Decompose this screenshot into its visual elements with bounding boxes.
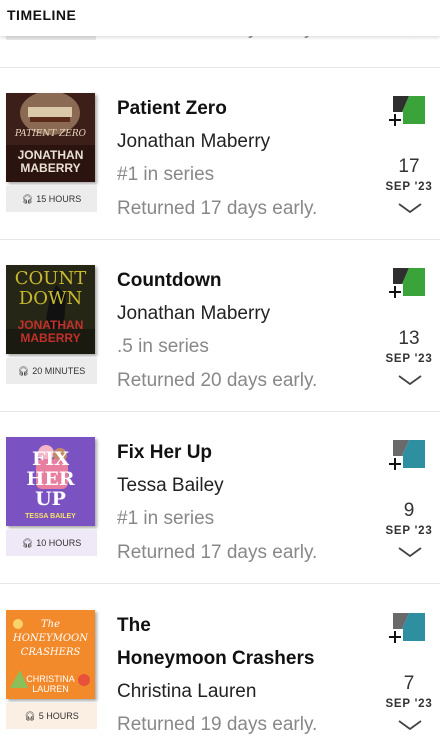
book-author[interactable]: Christina Lauren xyxy=(117,675,367,708)
cover-author-text: JONATHAN MABERRY xyxy=(17,318,84,345)
series-info[interactable]: .5 in series xyxy=(117,330,367,364)
book-cover[interactable]: FIX HER UP TESSA BAILEY xyxy=(6,437,95,526)
book-author[interactable]: Tessa Bailey xyxy=(117,469,367,502)
duration-badge: 🎧︎ 15 HOURS xyxy=(6,186,97,212)
duration-text: 10 HOURS xyxy=(36,538,82,548)
cover-title-text: PATIENT ZERO xyxy=(14,129,87,139)
book-author[interactable]: Jonathan Maberry xyxy=(117,297,367,330)
timeline-entry[interactable]: COUNT DOWN JONATHAN MABERRY 🎧︎ 20 MINUTE… xyxy=(0,240,440,412)
headphones-icon: 🎧︎ xyxy=(17,365,30,376)
return-status: Returned 20 days early. xyxy=(117,370,318,391)
timeline-entry[interactable]: FIX HER UP TESSA BAILEY 🎧︎ 10 HOURS Fix … xyxy=(0,412,440,584)
return-status: Returned 19 days early. xyxy=(117,714,318,735)
timeline-entry[interactable]: The HONEYMOON CRASHERS CHRISTINA LAUREN … xyxy=(0,585,440,738)
book-title[interactable]: Fix Her Up xyxy=(117,436,367,469)
chevron-down-icon[interactable] xyxy=(397,201,423,215)
date-month: SEP '23 xyxy=(385,181,433,193)
book-title[interactable]: Patient Zero xyxy=(117,92,367,125)
book-title[interactable]: Countdown xyxy=(117,264,367,297)
book-details: Patient Zero Jonathan Maberry #1 in seri… xyxy=(117,92,367,226)
add-to-list-button[interactable] xyxy=(387,92,429,128)
date-month: SEP '23 xyxy=(385,353,433,365)
duration-text: 5 HOURS xyxy=(38,711,79,721)
add-to-list-button[interactable] xyxy=(387,436,429,472)
book-details: The Honeymoon Crashers Christina Lauren … xyxy=(117,609,367,738)
chevron-down-icon[interactable] xyxy=(397,373,423,387)
duration-badge: 🎧︎ 20 MINUTES xyxy=(6,358,97,384)
date-month: SEP '23 xyxy=(385,698,433,710)
duration-badge: 🎧︎ 5 HOURS xyxy=(6,703,97,729)
page-title: TIMELINE xyxy=(7,7,77,23)
series-info[interactable]: #1 in series xyxy=(117,158,367,192)
chevron-down-icon[interactable] xyxy=(397,545,423,559)
return-status: Returned 17 days early. xyxy=(117,542,318,563)
cover-title-text: COUNT DOWN xyxy=(14,268,87,309)
return-status: Returned 17 days early. xyxy=(117,198,318,219)
add-to-list-button[interactable] xyxy=(387,264,429,300)
date-month: SEP '23 xyxy=(385,525,433,537)
cover-author-text: TESSA BAILEY xyxy=(25,513,76,520)
date-day: 7 xyxy=(403,673,415,694)
headphones-icon: 🎧︎ xyxy=(24,710,36,721)
date-day: 9 xyxy=(403,500,415,521)
cover-author-text: JONATHAN MABERRY xyxy=(17,148,84,175)
add-to-list-button[interactable] xyxy=(387,609,429,645)
book-cover[interactable]: The HONEYMOON CRASHERS CHRISTINA LAUREN xyxy=(6,610,95,699)
headphones-icon: 🎧︎ xyxy=(21,193,34,204)
timeline-header: TIMELINE xyxy=(0,0,440,36)
timeline-entry[interactable]: PATIENT ZERO JONATHAN MABERRY 🎧︎ 15 HOUR… xyxy=(0,68,440,240)
cover-author-text: CHRISTINA LAUREN xyxy=(26,674,75,694)
book-author[interactable]: Jonathan Maberry xyxy=(117,125,367,158)
book-title-line2[interactable]: Honeymoon Crashers xyxy=(117,642,367,675)
book-cover[interactable]: COUNT DOWN JONATHAN MABERRY xyxy=(6,265,95,354)
book-details: Countdown Jonathan Maberry .5 in series … xyxy=(117,264,367,398)
chevron-down-icon[interactable] xyxy=(397,718,423,732)
duration-text: 20 MINUTES xyxy=(32,366,86,376)
cover-title-text: The HONEYMOON CRASHERS xyxy=(13,619,88,658)
duration-badge: 🎧︎ 10 HOURS xyxy=(6,530,97,556)
cover-title-text: FIX HER UP xyxy=(26,448,75,510)
date-day: 17 xyxy=(398,156,420,177)
duration-text: 15 HOURS xyxy=(36,194,82,204)
series-info[interactable]: #1 in series xyxy=(117,502,367,536)
date-day: 13 xyxy=(398,328,420,349)
book-cover[interactable]: PATIENT ZERO JONATHAN MABERRY xyxy=(6,93,95,182)
book-title[interactable]: The xyxy=(117,609,367,642)
headphones-icon: 🎧︎ xyxy=(21,537,34,548)
book-details: Fix Her Up Tessa Bailey #1 in series Ret… xyxy=(117,436,367,570)
